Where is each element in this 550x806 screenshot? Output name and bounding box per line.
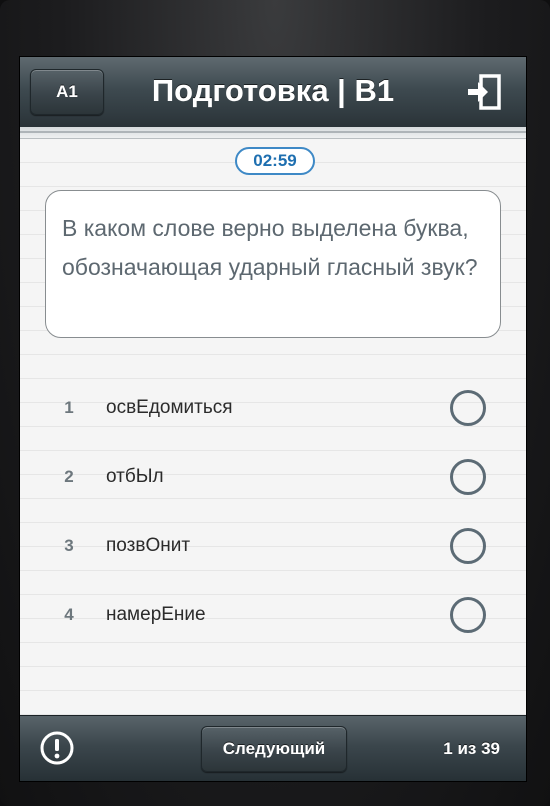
question-counter: 1 из 39	[443, 739, 500, 758]
device-frame: A1 Подготовка | B1 02:59 В каком слове в…	[0, 0, 550, 806]
page-title: Подготовка | B1	[151, 73, 395, 108]
answer-option-1[interactable]: 1 освЕдомиться	[20, 380, 526, 436]
info-icon[interactable]	[40, 731, 74, 765]
answer-text: намерЕние	[106, 604, 206, 625]
answer-number: 4	[64, 605, 74, 624]
answer-number: 1	[64, 398, 74, 417]
answer-text: освЕдомиться	[106, 397, 233, 418]
app-screen: A1 Подготовка | B1 02:59 В каком слове в…	[20, 57, 526, 781]
answer-option-4[interactable]: 4 намерЕние	[20, 587, 526, 643]
bottom-bar: Следующий 1 из 39	[20, 715, 526, 781]
question-area: 02:59 В каком слове верно выделена буква…	[20, 139, 526, 715]
answer-option-3[interactable]: 3 позвОнит	[20, 518, 526, 574]
answer-option-2[interactable]: 2 отбЫл	[20, 449, 526, 505]
next-button[interactable]: Следующий	[201, 726, 347, 772]
question-card: В каком слове верно выделена буква, обоз…	[45, 190, 501, 338]
answer-number: 2	[64, 467, 74, 486]
answer-number: 3	[64, 536, 74, 555]
exit-icon[interactable]	[464, 72, 504, 112]
answer-text: отбЫл	[106, 466, 164, 487]
radio-button[interactable]	[450, 390, 486, 426]
top-bar: A1 Подготовка | B1	[20, 57, 526, 128]
answer-text: позвОнит	[106, 535, 191, 556]
radio-button[interactable]	[450, 597, 486, 633]
timer-badge: 02:59	[235, 147, 315, 175]
header-divider	[20, 127, 526, 139]
radio-button[interactable]	[450, 459, 486, 495]
radio-button[interactable]	[450, 528, 486, 564]
back-button[interactable]: A1	[30, 69, 104, 115]
